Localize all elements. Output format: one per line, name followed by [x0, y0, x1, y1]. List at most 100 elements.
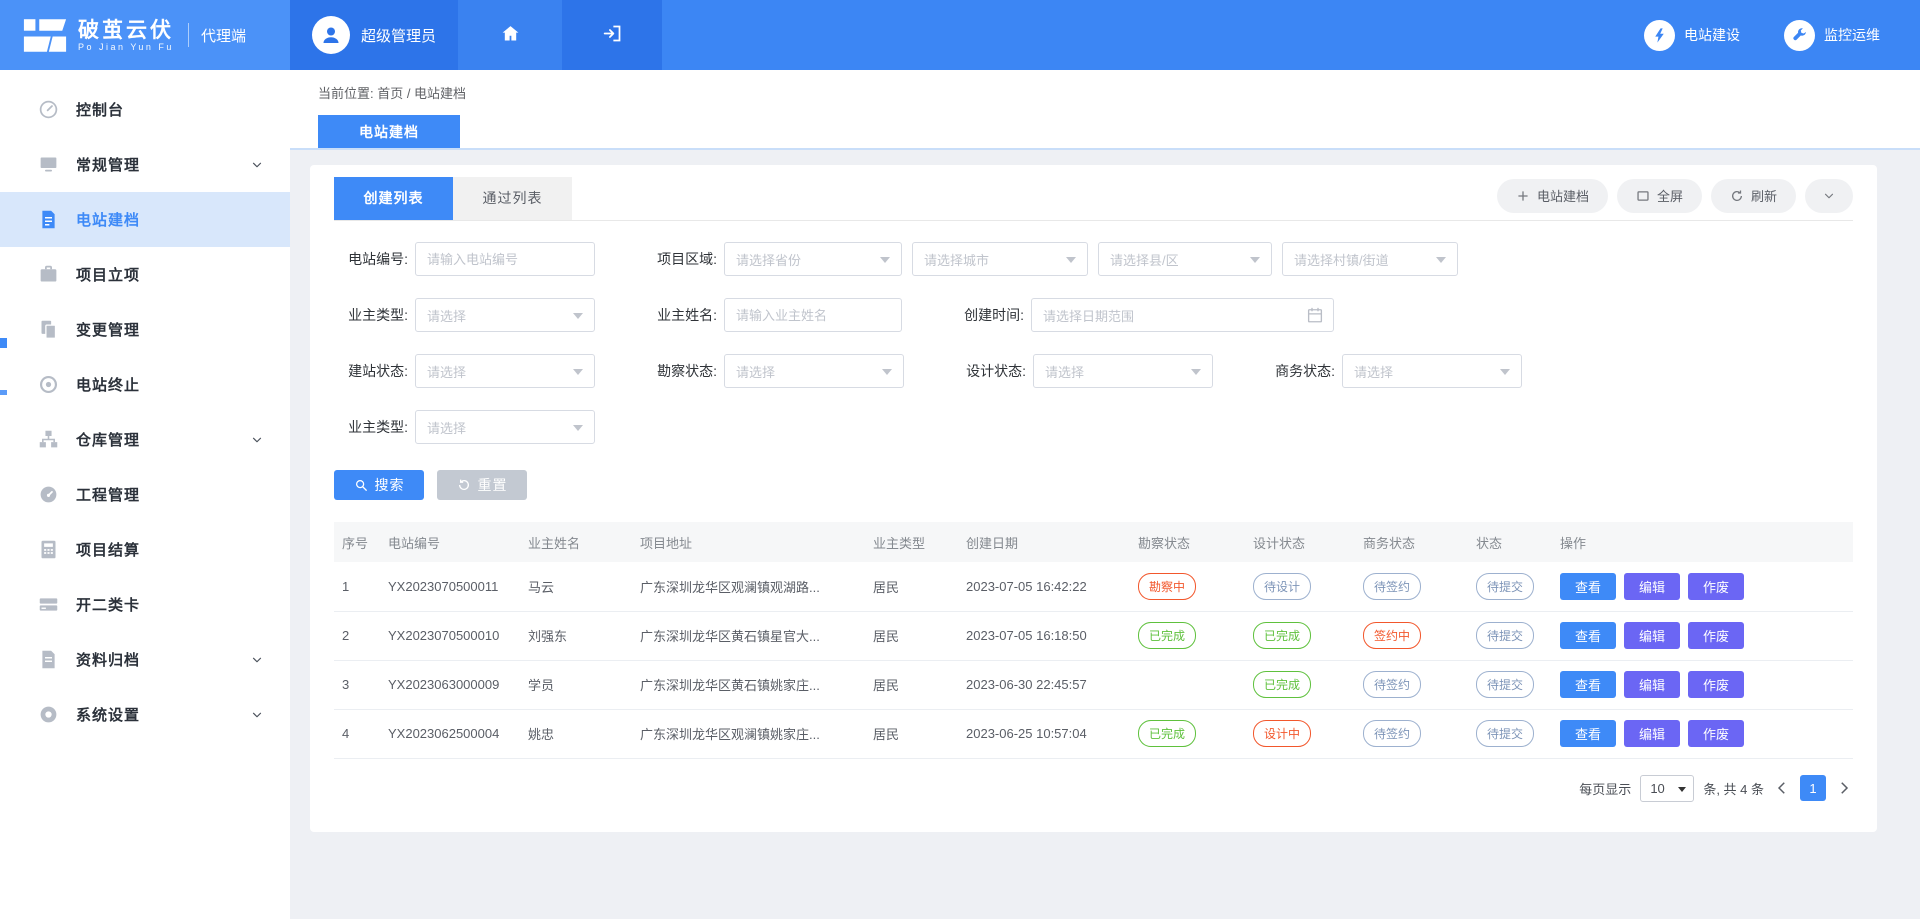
- edit-button[interactable]: 编辑: [1624, 622, 1680, 649]
- view-button[interactable]: 查看: [1560, 720, 1616, 747]
- sidebar-item-7[interactable]: 工程管理: [0, 467, 290, 522]
- city-select[interactable]: 请选择城市: [912, 242, 1088, 276]
- sidebar-item-label: 资料归档: [76, 649, 250, 670]
- sidebar-item-label: 开二类卡: [76, 594, 264, 615]
- sidebar-item-0[interactable]: 控制台: [0, 82, 290, 137]
- briefcase-icon: [38, 264, 59, 285]
- owner-name-input[interactable]: [724, 298, 902, 332]
- column-header: 电站编号: [380, 522, 520, 562]
- dashboard-icon: [38, 99, 59, 120]
- page-1-button[interactable]: 1: [1800, 775, 1826, 801]
- view-button[interactable]: 查看: [1560, 573, 1616, 600]
- build-status-select[interactable]: 请选择: [415, 354, 595, 388]
- column-header: 勘察状态: [1130, 522, 1245, 562]
- void-button[interactable]: 作废: [1688, 671, 1744, 698]
- chevron-down-icon: [880, 257, 890, 263]
- town-select[interactable]: 请选择村镇/街道: [1282, 242, 1458, 276]
- chevron-down-icon: [573, 425, 583, 431]
- sidebar-item-label: 仓库管理: [76, 429, 250, 450]
- chevron-down-icon: [1678, 787, 1686, 792]
- filter-label: 业主类型:: [334, 417, 408, 437]
- settings-icon: [38, 704, 59, 725]
- reset-button[interactable]: 重置: [437, 470, 527, 500]
- sidebar-item-5[interactable]: 电站终止: [0, 357, 290, 412]
- list-tabs: 创建列表 通过列表: [334, 177, 572, 220]
- next-page-button[interactable]: [1835, 779, 1853, 797]
- panel-actions: 电站建档 全屏 刷新: [1497, 179, 1853, 213]
- sidebar-item-3[interactable]: 项目立项: [0, 247, 290, 302]
- logout-button[interactable]: [562, 0, 662, 70]
- filter-label: 设计状态:: [952, 361, 1026, 381]
- table-row: 2 YX2023070500010 刘强东 广东深圳龙华区黄石镇星官大... 居…: [334, 611, 1853, 660]
- collapse-button[interactable]: [1805, 179, 1853, 213]
- chevron-down-icon: [1436, 257, 1446, 263]
- per-page-label: 每页显示: [1579, 779, 1631, 798]
- status-badge: 设计中: [1253, 720, 1311, 747]
- owner-type-select[interactable]: 请选择: [415, 298, 595, 332]
- gauge-icon: [38, 484, 59, 505]
- scrollbar-tick[interactable]: [0, 338, 7, 348]
- sidebar-item-6[interactable]: 仓库管理: [0, 412, 290, 467]
- filter-label: 建站状态:: [334, 361, 408, 381]
- sidebar-item-11[interactable]: 系统设置: [0, 687, 290, 742]
- sidebar-item-label: 变更管理: [76, 319, 264, 340]
- search-button[interactable]: 搜索: [334, 470, 424, 500]
- nav-station-construction[interactable]: 电站建设: [1644, 20, 1740, 51]
- sidebar-item-2[interactable]: 电站建档: [0, 192, 290, 247]
- home-icon: [500, 23, 521, 48]
- filter-label: 项目区域:: [643, 249, 717, 269]
- fullscreen-button[interactable]: 全屏: [1617, 179, 1702, 213]
- sidebar-item-label: 项目结算: [76, 539, 264, 560]
- plus-icon: [1516, 189, 1530, 203]
- breadcrumb: 当前位置: 首页 / 电站建档: [318, 83, 1920, 102]
- column-header: 状态: [1468, 522, 1552, 562]
- fullscreen-icon: [1636, 189, 1650, 203]
- business-status-select[interactable]: 请选择: [1342, 354, 1522, 388]
- sidebar-item-1[interactable]: 常规管理: [0, 137, 290, 192]
- sidebar-item-9[interactable]: 开二类卡: [0, 577, 290, 632]
- refresh-button[interactable]: 刷新: [1711, 179, 1796, 213]
- tab-0[interactable]: 创建列表: [334, 177, 453, 220]
- status-badge: 待签约: [1363, 573, 1421, 600]
- archive-icon: [38, 649, 59, 670]
- sidebar-item-label: 电站建档: [76, 209, 264, 230]
- sidebar-item-4[interactable]: 变更管理: [0, 302, 290, 357]
- column-header: 序号: [334, 522, 380, 562]
- survey-status-select[interactable]: 请选择: [724, 354, 904, 388]
- pagination: 每页显示 10 条, 共 4 条 1: [334, 775, 1853, 802]
- station-code-input[interactable]: [415, 242, 595, 276]
- per-page-select[interactable]: 10: [1640, 775, 1694, 802]
- status-badge: 待提交: [1476, 573, 1534, 600]
- total-count-label: 条, 共 4 条: [1703, 779, 1764, 798]
- district-select[interactable]: 请选择县/区: [1098, 242, 1272, 276]
- design-status-select[interactable]: 请选择: [1033, 354, 1213, 388]
- owner-type2-select[interactable]: 请选择: [415, 410, 595, 444]
- view-button[interactable]: 查看: [1560, 671, 1616, 698]
- user-menu[interactable]: 超级管理员: [290, 0, 458, 70]
- home-button[interactable]: [458, 0, 562, 70]
- void-button[interactable]: 作废: [1688, 622, 1744, 649]
- void-button[interactable]: 作废: [1688, 573, 1744, 600]
- edit-button[interactable]: 编辑: [1624, 720, 1680, 747]
- target-icon: [38, 374, 59, 395]
- void-button[interactable]: 作废: [1688, 720, 1744, 747]
- tab-1[interactable]: 通过列表: [453, 177, 572, 220]
- avatar: [312, 16, 350, 54]
- view-button[interactable]: 查看: [1560, 622, 1616, 649]
- edit-button[interactable]: 编辑: [1624, 671, 1680, 698]
- chevron-down-icon: [250, 653, 264, 667]
- wrench-icon: [1784, 20, 1815, 51]
- edit-button[interactable]: 编辑: [1624, 573, 1680, 600]
- province-select[interactable]: 请选择省份: [724, 242, 902, 276]
- sidebar-item-8[interactable]: 项目结算: [0, 522, 290, 577]
- create-station-button[interactable]: 电站建档: [1497, 179, 1608, 213]
- nav-monitor-ops[interactable]: 监控运维: [1784, 20, 1880, 51]
- status-badge: 待签约: [1363, 671, 1421, 698]
- sidebar-item-10[interactable]: 资料归档: [0, 632, 290, 687]
- prev-page-button[interactable]: [1773, 779, 1791, 797]
- scrollbar-tick[interactable]: [0, 390, 7, 395]
- page-tab[interactable]: 电站建档: [318, 115, 460, 148]
- create-time-input[interactable]: 请选择日期范围: [1031, 298, 1334, 332]
- status-badge: 已完成: [1253, 622, 1311, 649]
- logo: 破茧云伏 Po Jian Yun Fu 代理端: [0, 0, 290, 70]
